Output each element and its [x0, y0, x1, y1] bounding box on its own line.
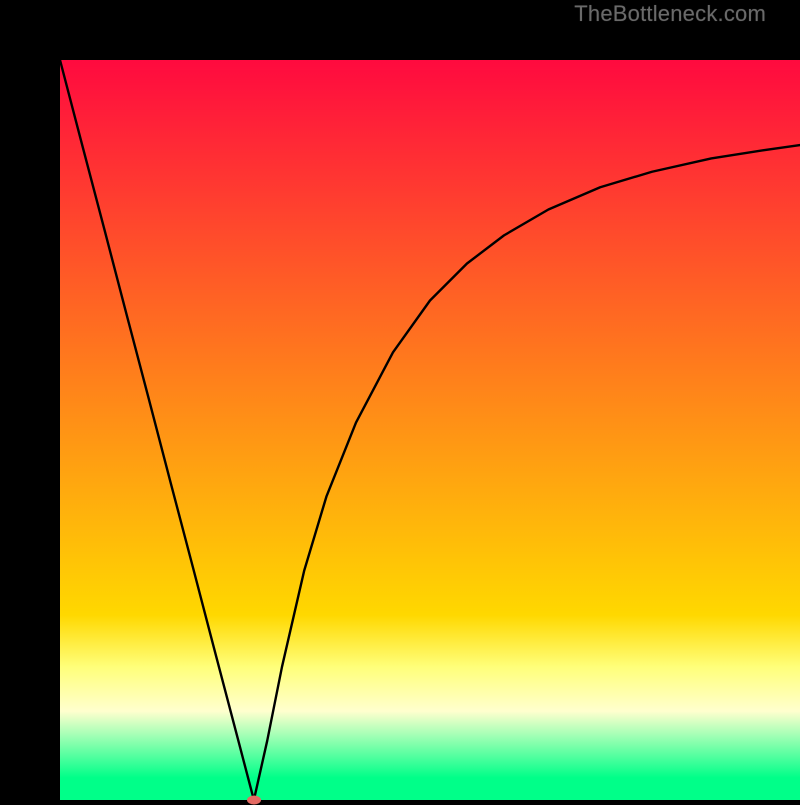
plot-area [60, 60, 800, 800]
minimum-marker [247, 796, 261, 805]
curve-svg [60, 60, 800, 800]
chart-frame [0, 0, 800, 800]
bottleneck-curve [60, 60, 800, 800]
